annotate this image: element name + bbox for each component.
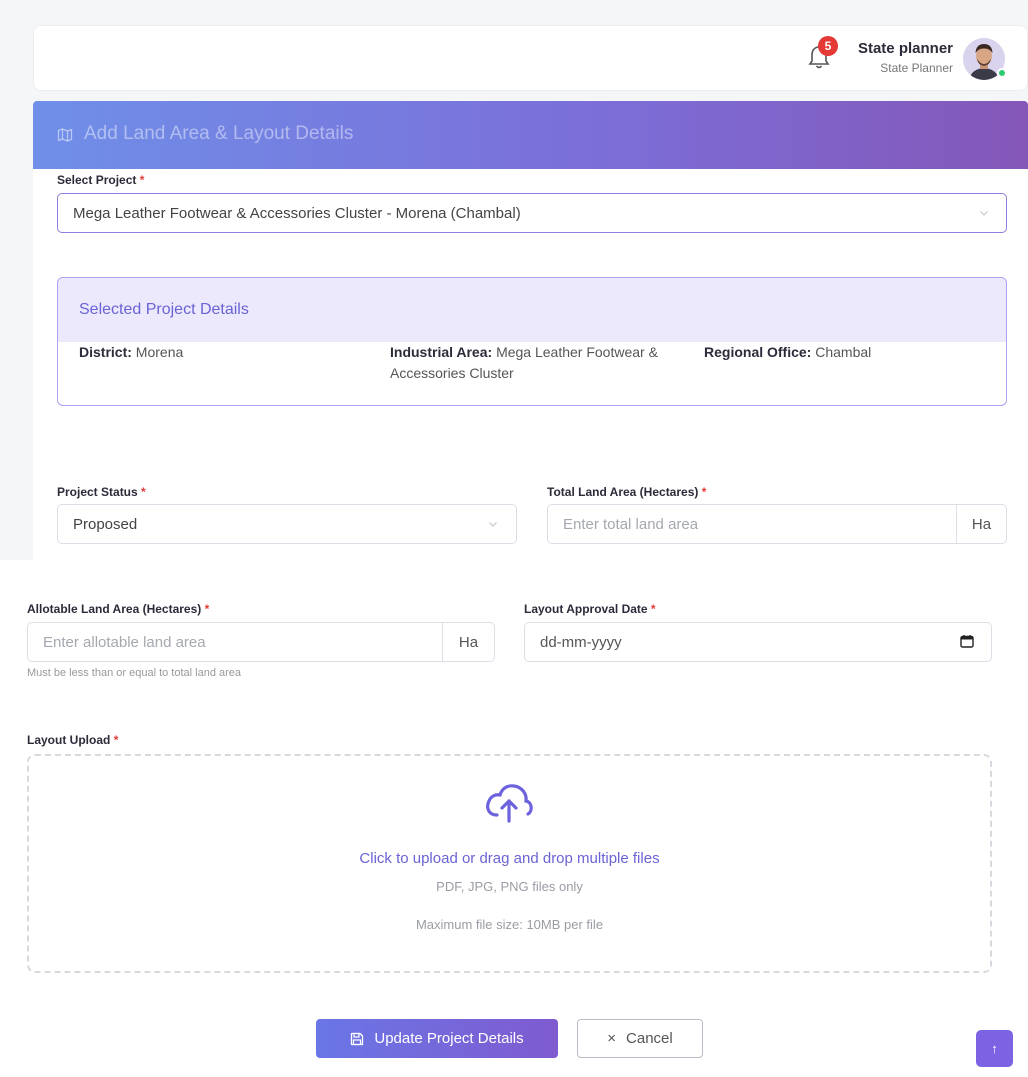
- allotable-land-area-label: Allotable Land Area (Hectares) *: [27, 602, 210, 616]
- upload-file-types: PDF, JPG, PNG files only: [436, 879, 583, 894]
- cancel-button-label: Cancel: [626, 1030, 673, 1047]
- notification-count-badge: 5: [818, 36, 838, 56]
- cloud-upload-icon: [486, 784, 533, 823]
- layout-approval-date-input[interactable]: dd-mm-yyyy: [524, 622, 992, 662]
- select-project-value: Mega Leather Footwear & Accessories Clus…: [73, 204, 521, 222]
- chevron-down-icon: [980, 211, 988, 216]
- total-land-area-input[interactable]: Enter total land area: [547, 504, 957, 544]
- card-title: Add Land Area & Layout Details: [84, 123, 354, 144]
- total-land-area-unit: Ha: [956, 504, 1007, 544]
- regional-office-detail: Regional Office: Chambal: [704, 344, 872, 360]
- update-button-label: Update Project Details: [374, 1030, 524, 1047]
- industrial-area-detail: Industrial Area: Mega Leather Footwear &…: [390, 344, 658, 381]
- layout-upload-label: Layout Upload *: [27, 733, 119, 747]
- scroll-to-top-button[interactable]: ↑: [976, 1030, 1013, 1067]
- allotable-land-area-input[interactable]: Enter allotable land area: [27, 622, 443, 662]
- close-icon: ×: [607, 1030, 617, 1047]
- district-detail: District: Morena: [79, 344, 184, 360]
- update-project-button[interactable]: Update Project Details: [316, 1019, 558, 1058]
- user-name[interactable]: State planner: [858, 40, 953, 57]
- chevron-down-icon: [489, 522, 497, 527]
- total-land-area-label: Total Land Area (Hectares) *: [547, 485, 707, 499]
- map-icon: [57, 128, 73, 142]
- online-status-indicator: [997, 68, 1007, 78]
- cancel-button[interactable]: × Cancel: [577, 1019, 703, 1058]
- save-icon: [351, 1032, 364, 1045]
- allotable-land-area-helper: Must be less than or equal to total land…: [27, 667, 242, 679]
- user-role: State Planner: [880, 61, 953, 75]
- upload-instruction[interactable]: Click to upload or drag and drop multipl…: [27, 850, 992, 867]
- select-project-label: Select Project *: [57, 173, 145, 187]
- project-status-label: Project Status *: [57, 485, 146, 499]
- select-project-dropdown[interactable]: Mega Leather Footwear & Accessories Clus…: [57, 193, 1007, 233]
- upload-size-limit: Maximum file size: 10MB per file: [415, 917, 604, 932]
- arrow-up-icon: ↑: [991, 1041, 998, 1056]
- allotable-land-area-unit: Ha: [442, 622, 495, 662]
- project-status-value: Proposed: [73, 515, 138, 533]
- layout-approval-date-label: Layout Approval Date *: [524, 602, 656, 616]
- project-status-dropdown[interactable]: Proposed: [57, 504, 517, 544]
- calendar-icon[interactable]: [960, 634, 974, 648]
- required-mark: *: [139, 173, 145, 187]
- project-details-heading: Selected Project Details: [58, 278, 1006, 342]
- top-header: [33, 25, 1028, 91]
